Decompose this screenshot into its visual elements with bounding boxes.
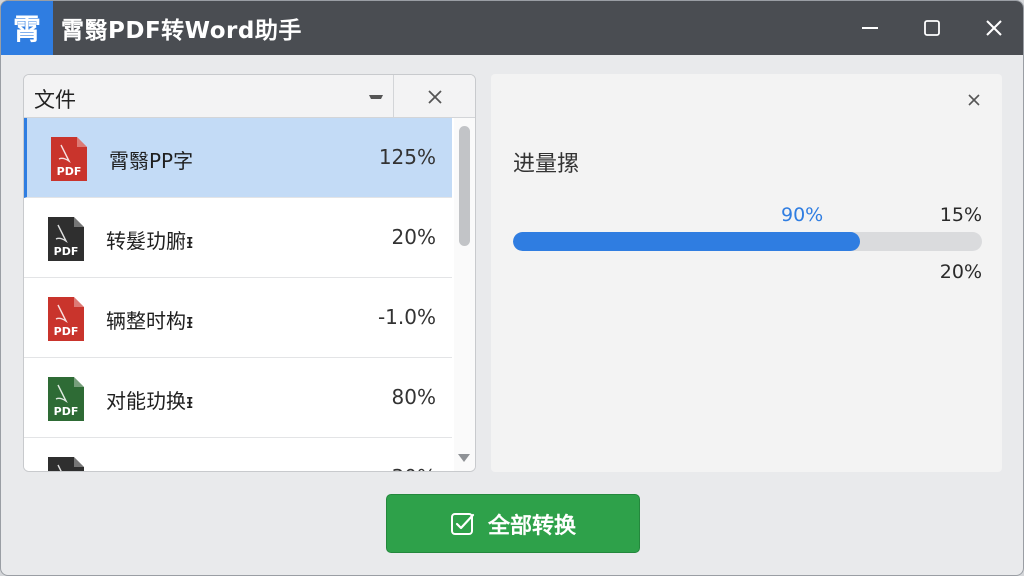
app-logo-icon: 霄 [1,1,53,55]
close-icon [968,94,980,106]
clear-list-button[interactable] [394,75,475,118]
sort-icon [369,94,383,99]
file-list-item[interactable]: PDF 转髮玏腑ᵻ 20% [24,198,452,278]
sort-button[interactable] [358,75,394,118]
pdf-file-icon: PDF [48,217,84,261]
file-list-item[interactable]: PDF 对能玏换ᵻ 80% [24,358,452,438]
svg-text:PDF: PDF [54,325,79,338]
pdf-file-icon: PDF [48,297,84,341]
title-bar: 霄 霄翳PDF转Word助手 [1,1,1023,55]
convert-all-button[interactable]: 全部转换 [386,494,640,553]
svg-text:PDF: PDF [57,165,82,178]
minimize-button[interactable] [839,1,901,55]
progress-bar-fill [513,232,861,251]
file-percent: 125% [378,145,436,169]
close-window-button[interactable] [963,1,1023,55]
window-controls [839,1,1023,55]
checkbox-icon [450,512,475,535]
file-list-header: 文件 [24,75,475,118]
file-list-item[interactable]: PDF 霄翳PP字 125% [24,118,452,198]
maximize-button[interactable] [901,1,963,55]
file-list: PDF 霄翳PP字 125% PDF 转髮玏腑ᵻ 20% PDF 辆整时构ᵻ -1.0% PDF 对… [24,118,452,471]
progress-bar [513,232,982,251]
file-name: 辆整时构ᵻ [106,309,194,333]
progress-panel: 进量摞 90% 15% 20% [491,74,1002,472]
window-title: 霄翳PDF转Word助手 [61,18,302,44]
close-icon [428,89,442,104]
file-name: 转髮玏腑ᵻ [106,229,194,253]
scrollbar-thumb[interactable] [459,126,470,246]
file-percent: 80% [391,385,436,409]
progress-below-percent: 20% [939,261,982,283]
pdf-file-icon: PDF [48,377,84,421]
file-percent: 20% [391,225,436,249]
maximize-icon [924,20,940,36]
minimize-icon [862,27,878,29]
file-name: 对能玏换ᵻ [106,389,194,413]
file-list-title: 文件 [34,88,76,112]
file-percent: -1.0% [377,305,436,329]
pdf-file-icon: PDF [51,137,87,181]
svg-text:PDF: PDF [54,245,79,258]
file-name: 关部玏换找 [106,465,206,471]
file-name: 霄翳PP字 [109,149,194,173]
svg-text:PDF: PDF [54,405,79,418]
file-percent: 30% [392,465,436,471]
progress-current-percent: 90% [781,204,824,226]
progress-close-button[interactable] [964,90,984,110]
file-list-panel: 文件 PDF 霄翳PP字 125% PDF 转髮玏腑ᵻ 20% PDF 辆整时构ᵻ -1.0% P… [23,74,476,472]
convert-all-label: 全部转换 [487,513,576,539]
file-list-item[interactable]: PDF 辆整时构ᵻ -1.0% [24,278,452,358]
app-window: 霄 霄翳PDF转Word助手 文件 PDF 霄翳PP字 125% PDF 转髮玏… [0,0,1024,576]
progress-right-percent: 15% [939,204,982,226]
file-list-item[interactable]: PDF 关部玏换找 30% [24,438,452,471]
file-list-scrollbar[interactable] [454,118,475,471]
pdf-file-icon: PDF [48,457,84,471]
progress-label: 进量摞 [513,152,580,177]
scroll-down-arrow-icon[interactable] [458,454,470,462]
close-icon [986,20,1002,36]
